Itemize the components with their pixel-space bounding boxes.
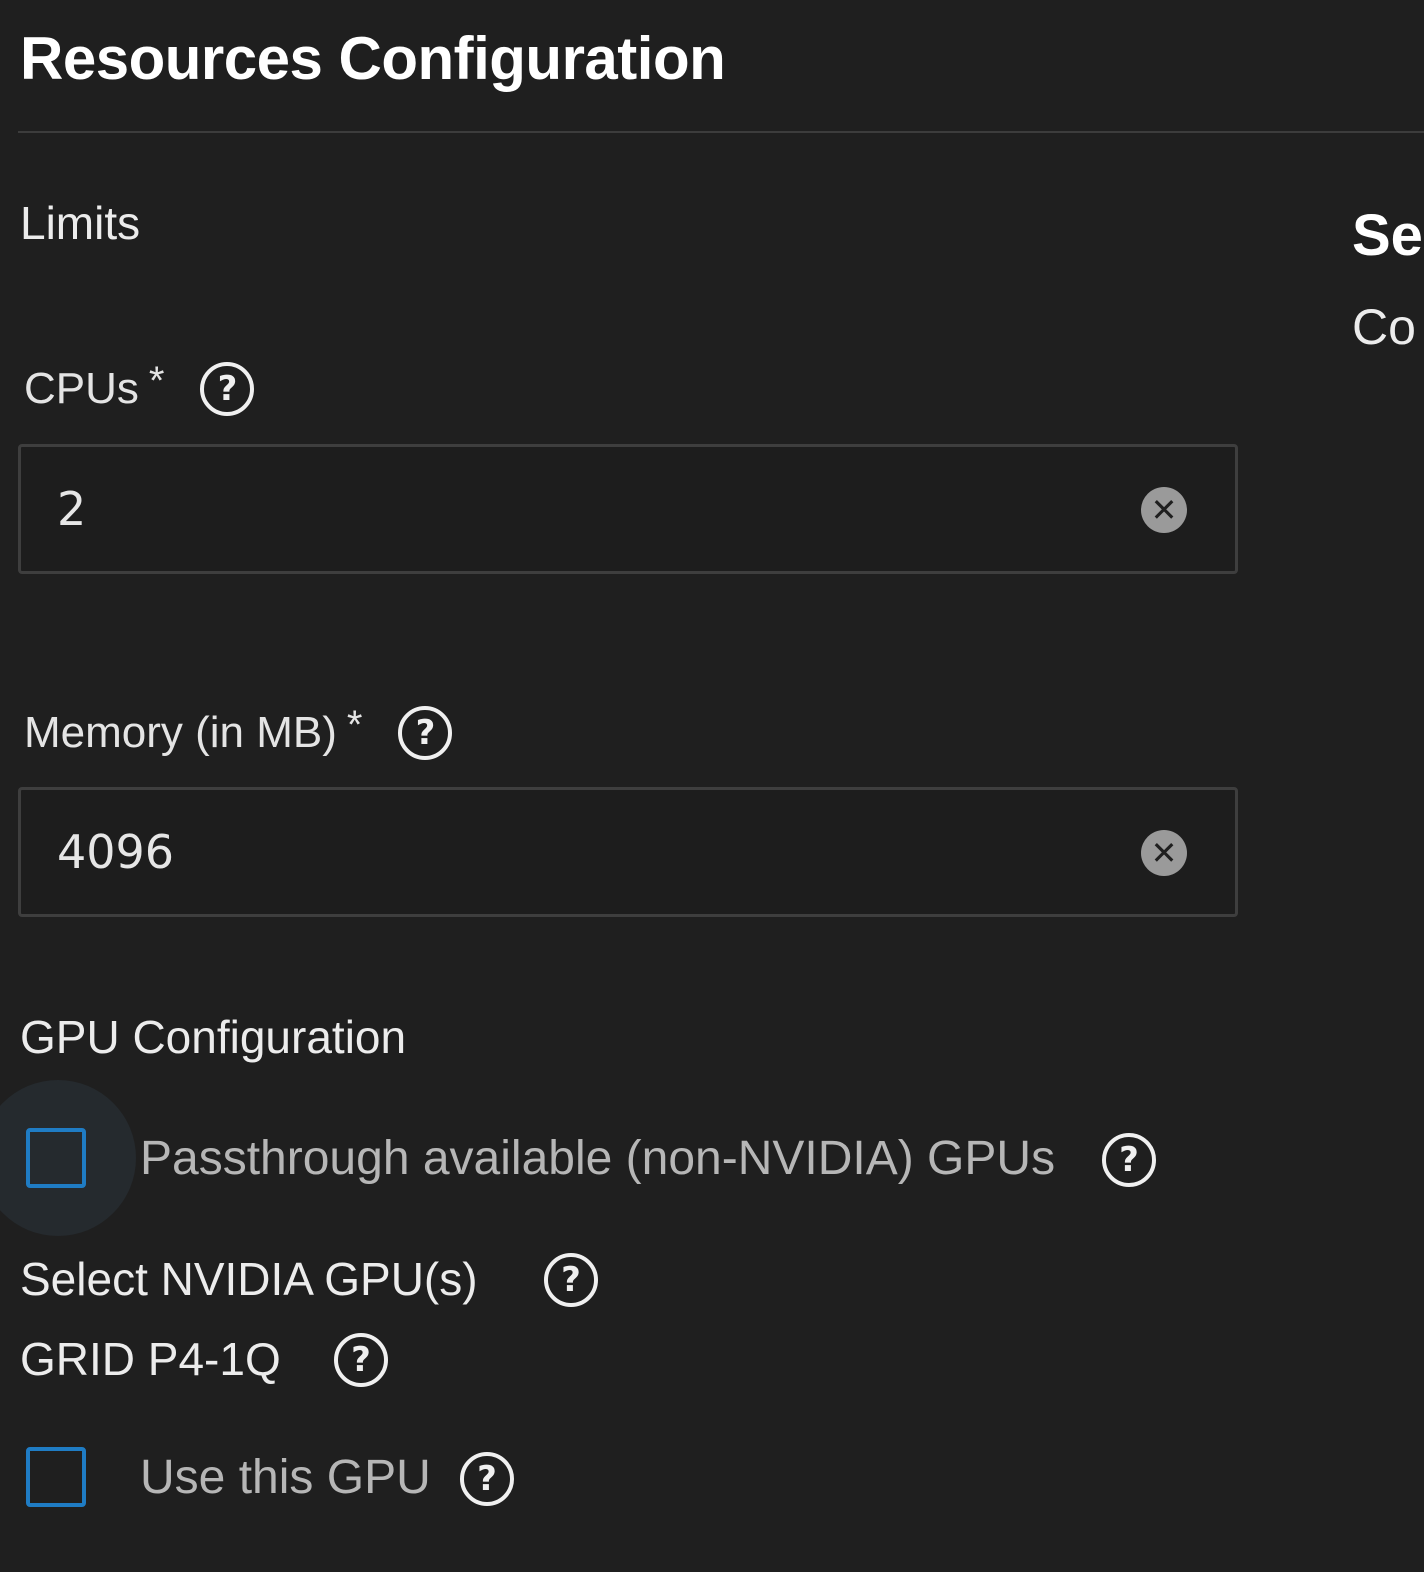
limits-heading: Limits bbox=[20, 197, 141, 249]
passthrough-label[interactable]: Passthrough available (non-NVIDIA) GPUs bbox=[140, 1131, 1055, 1186]
title-divider bbox=[18, 131, 1424, 133]
use-this-gpu-help-icon[interactable]: ? bbox=[460, 1452, 514, 1506]
select-nvidia-help-icon[interactable]: ? bbox=[544, 1253, 598, 1307]
memory-label: Memory (in MB) bbox=[24, 708, 337, 757]
cpus-help-icon[interactable]: ? bbox=[200, 362, 255, 416]
use-this-gpu-checkbox[interactable] bbox=[26, 1447, 86, 1507]
gpu-device-help-icon[interactable]: ? bbox=[334, 1333, 388, 1387]
side-panel-subtext: Co bbox=[1352, 299, 1416, 355]
memory-required-mark: * bbox=[346, 702, 363, 747]
cpus-clear-icon[interactable]: ✕ bbox=[1141, 487, 1187, 533]
memory-clear-icon[interactable]: ✕ bbox=[1141, 830, 1187, 876]
cpus-label-row: CPUs * ? bbox=[24, 358, 255, 416]
select-nvidia-gpus-label: Select NVIDIA GPU(s) bbox=[20, 1253, 478, 1305]
gpu-device-name: GRID P4-1Q bbox=[20, 1333, 281, 1385]
cpus-input-value[interactable]: 2 bbox=[57, 447, 86, 571]
memory-input[interactable]: 4096 ✕ bbox=[18, 787, 1238, 917]
cpus-required-mark: * bbox=[148, 358, 165, 403]
side-panel-heading: Se bbox=[1352, 203, 1423, 268]
cpus-input[interactable]: 2 ✕ bbox=[18, 444, 1238, 574]
memory-help-icon[interactable]: ? bbox=[398, 706, 453, 760]
passthrough-checkbox[interactable] bbox=[26, 1128, 86, 1188]
cpus-label: CPUs bbox=[24, 364, 139, 413]
memory-input-value[interactable]: 4096 bbox=[57, 790, 174, 914]
passthrough-help-icon[interactable]: ? bbox=[1102, 1133, 1156, 1187]
page-title: Resources Configuration bbox=[20, 25, 726, 92]
gpu-configuration-heading: GPU Configuration bbox=[20, 1011, 407, 1063]
use-this-gpu-label[interactable]: Use this GPU bbox=[140, 1450, 431, 1505]
memory-label-row: Memory (in MB) * ? bbox=[24, 702, 453, 760]
resources-configuration-page: Resources Configuration Se Co Limits CPU… bbox=[0, 0, 1424, 1572]
